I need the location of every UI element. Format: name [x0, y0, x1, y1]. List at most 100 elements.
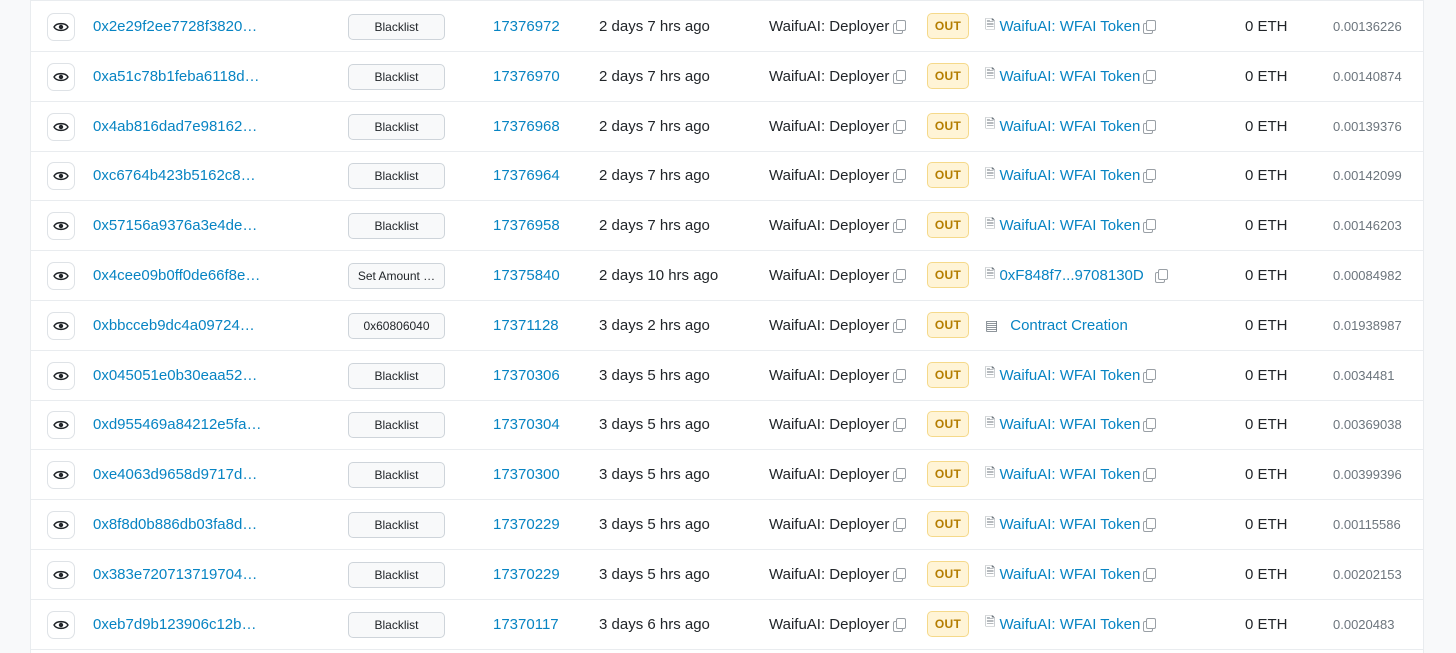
- from-address[interactable]: WaifuAI: Deployer: [769, 52, 889, 101]
- copy-from-button[interactable]: [893, 301, 907, 350]
- copy-to-button[interactable]: [1143, 351, 1157, 400]
- copy-from-button[interactable]: [893, 400, 907, 449]
- from-address[interactable]: WaifuAI: Deployer: [769, 550, 889, 599]
- from-address[interactable]: WaifuAI: Deployer: [769, 151, 889, 200]
- copy-from-button[interactable]: [893, 600, 907, 649]
- tx-hash-link[interactable]: 0xe4063d9658d9717d…: [93, 450, 257, 499]
- copy-to-button[interactable]: [1143, 450, 1157, 499]
- to-label[interactable]: Contract Creation: [1010, 317, 1128, 334]
- copy-from-button[interactable]: [893, 351, 907, 400]
- to-label[interactable]: WaifuAI: WFAI Token: [999, 118, 1140, 135]
- copy-from-button[interactable]: [893, 52, 907, 101]
- eye-icon: [53, 321, 69, 330]
- copy-icon: [1143, 69, 1156, 84]
- block-link[interactable]: 17370117: [493, 600, 559, 649]
- copy-from-button[interactable]: [893, 201, 907, 250]
- copy-from-button[interactable]: [893, 151, 907, 200]
- view-details-button[interactable]: [47, 461, 75, 490]
- to-label[interactable]: 0xF848f7...9708130D: [999, 267, 1143, 284]
- copy-from-button[interactable]: [893, 102, 907, 151]
- tx-hash-link[interactable]: 0xa51c78b1feba6118d…: [93, 52, 260, 101]
- view-details-button[interactable]: [47, 511, 75, 539]
- tx-hash-link[interactable]: 0x4ab816dad7e98162…: [93, 102, 257, 151]
- view-details-button[interactable]: [47, 361, 75, 390]
- tx-hash-link[interactable]: 0x045051e0b30eaa52…: [93, 351, 257, 400]
- copy-to-button[interactable]: [1143, 52, 1157, 101]
- to-label[interactable]: WaifuAI: WFAI Token: [999, 68, 1140, 85]
- block-link[interactable]: 17376968: [493, 102, 560, 151]
- block-link[interactable]: 17370229: [493, 550, 560, 599]
- block-link[interactable]: 17370306: [493, 351, 560, 400]
- view-details-button[interactable]: [47, 560, 75, 589]
- from-address[interactable]: WaifuAI: Deployer: [769, 301, 889, 350]
- from-address[interactable]: WaifuAI: Deployer: [769, 450, 889, 499]
- copy-from-button[interactable]: [893, 500, 907, 549]
- tx-hash-link[interactable]: 0x57156a9376a3e4de…: [93, 201, 257, 250]
- copy-to-button[interactable]: [1143, 151, 1157, 200]
- from-address[interactable]: WaifuAI: Deployer: [769, 251, 889, 300]
- from-address[interactable]: WaifuAI: Deployer: [769, 500, 889, 549]
- view-details-button[interactable]: [47, 262, 75, 290]
- copy-to-button[interactable]: [1143, 600, 1157, 649]
- block-link[interactable]: 17375840: [493, 251, 560, 300]
- copy-icon: [893, 318, 906, 333]
- to-label[interactable]: WaifuAI: WFAI Token: [999, 18, 1140, 35]
- from-address[interactable]: WaifuAI: Deployer: [769, 102, 889, 151]
- view-details-button[interactable]: [47, 311, 75, 340]
- tx-hash-link[interactable]: 0xd955469a84212e5fa…: [93, 400, 262, 449]
- age-text: 3 days 5 hrs ago: [599, 366, 710, 384]
- copy-to-button[interactable]: [1143, 102, 1157, 151]
- copy-from-button[interactable]: [893, 550, 907, 599]
- copy-from-button[interactable]: [893, 251, 907, 300]
- block-link[interactable]: 17376958: [493, 201, 560, 250]
- copy-to-button[interactable]: [1143, 500, 1157, 549]
- tx-hash-link[interactable]: 0x4cee09b0ff0de66f8e…: [93, 251, 260, 300]
- tx-hash-link[interactable]: 0xc6764b423b5162c8…: [93, 151, 256, 200]
- view-details-button[interactable]: [47, 610, 75, 639]
- value-text: 0 ETH: [1245, 466, 1288, 484]
- to-label[interactable]: WaifuAI: WFAI Token: [999, 466, 1140, 483]
- view-details-button[interactable]: [47, 13, 75, 41]
- copy-to-button[interactable]: [1143, 201, 1157, 250]
- copy-from-button[interactable]: [893, 2, 907, 51]
- from-address[interactable]: WaifuAI: Deployer: [769, 600, 889, 649]
- tx-hash-link[interactable]: 0xbbcceb9dc4a09724…: [93, 301, 255, 350]
- to-label[interactable]: WaifuAI: WFAI Token: [999, 616, 1140, 633]
- tx-hash-link[interactable]: 0xeb7d9b123906c12b…: [93, 600, 256, 649]
- block-link[interactable]: 17370304: [493, 400, 560, 449]
- block-link[interactable]: 17376964: [493, 151, 560, 200]
- view-details-button[interactable]: [47, 62, 75, 91]
- copy-from-button[interactable]: [893, 450, 907, 499]
- from-address[interactable]: WaifuAI: Deployer: [769, 2, 889, 51]
- to-label[interactable]: WaifuAI: WFAI Token: [999, 167, 1140, 184]
- block-link[interactable]: 17376972: [493, 2, 560, 51]
- copy-to-button[interactable]: [1143, 2, 1157, 51]
- to-label[interactable]: WaifuAI: WFAI Token: [999, 217, 1140, 234]
- block-link[interactable]: 17371128: [493, 301, 559, 350]
- view-details-button[interactable]: [47, 112, 75, 141]
- age-text: 2 days 7 hrs ago: [599, 67, 710, 85]
- from-address[interactable]: WaifuAI: Deployer: [769, 201, 889, 250]
- tx-hash-link[interactable]: 0x2e29f2ee7728f3820…: [93, 2, 257, 51]
- tx-hash-link[interactable]: 0x383e720713719704…: [93, 550, 257, 599]
- to-label[interactable]: WaifuAI: WFAI Token: [999, 416, 1140, 433]
- block-link[interactable]: 17370300: [493, 450, 560, 499]
- eye-icon: [53, 421, 69, 430]
- from-address[interactable]: WaifuAI: Deployer: [769, 400, 889, 449]
- copy-to-button[interactable]: [1155, 251, 1169, 300]
- method-badge: Set Amount …: [348, 263, 445, 289]
- view-details-button[interactable]: [47, 212, 75, 241]
- copy-to-button[interactable]: [1143, 400, 1157, 449]
- block-link[interactable]: 17376970: [493, 52, 560, 101]
- view-details-button[interactable]: [47, 411, 75, 440]
- to-label[interactable]: WaifuAI: WFAI Token: [999, 566, 1140, 583]
- tx-hash-link[interactable]: 0x8f8d0b886db03fa8d…: [93, 500, 257, 549]
- method-badge: Blacklist: [348, 512, 445, 538]
- direction-badge: OUT: [927, 162, 969, 189]
- from-address[interactable]: WaifuAI: Deployer: [769, 351, 889, 400]
- block-link[interactable]: 17370229: [493, 500, 560, 549]
- view-details-button[interactable]: [47, 162, 75, 191]
- to-label[interactable]: WaifuAI: WFAI Token: [999, 367, 1140, 384]
- copy-to-button[interactable]: [1143, 550, 1157, 599]
- to-label[interactable]: WaifuAI: WFAI Token: [999, 516, 1140, 533]
